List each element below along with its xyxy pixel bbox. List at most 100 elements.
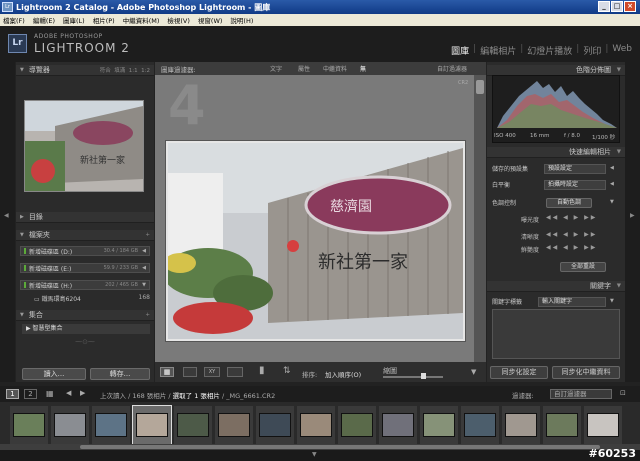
filmstrip-thumbnail[interactable] (51, 406, 89, 444)
module-library[interactable]: 圖庫 (451, 44, 469, 57)
reset-all-button[interactable]: 全部重設 (560, 262, 606, 272)
filmstrip-thumbnail[interactable] (92, 406, 130, 444)
filmstrip-thumbnail[interactable] (174, 406, 212, 444)
collapse-bottom-icon[interactable]: ▼ (312, 451, 317, 458)
scrollbar-thumb[interactable] (476, 80, 484, 94)
menu-file[interactable]: 檔案(F) (3, 15, 25, 25)
triangle-down-icon[interactable]: ▼ (617, 283, 621, 289)
filmstrip-thumbnail[interactable] (379, 406, 417, 444)
back-arrow-icon[interactable]: ◀ (66, 389, 71, 397)
vibrance-controls[interactable]: ◀◀ ◀ ▶ ▶▶ (546, 244, 597, 251)
auto-tone-button[interactable]: 自動色調 (546, 198, 592, 208)
maximize-button[interactable]: □ (611, 1, 623, 12)
export-button[interactable]: 轉存... (90, 368, 150, 380)
window-2-button[interactable]: 2 (24, 389, 37, 399)
menu-view[interactable]: 檢視(V) (167, 15, 190, 25)
left-edge[interactable]: ◀ (0, 62, 15, 382)
white-balance-select[interactable]: 拍攝時設定 (544, 180, 606, 190)
filter-attribute[interactable]: 屬性 (298, 64, 310, 73)
app-icon[interactable]: Lr (2, 2, 13, 12)
filmstrip-thumbnail[interactable] (543, 406, 581, 444)
filmstrip-source[interactable]: 上次讀入 / 168 張相片 / 選取了 1 張相片 / _MG_6661.CR… (100, 390, 275, 400)
menu-library[interactable]: 圖庫(L) (63, 15, 85, 25)
grid-view-icon[interactable]: ▦ (160, 367, 174, 377)
collapse-right-icon[interactable]: ▶ (630, 212, 635, 219)
triangle-left-icon[interactable]: ◀ (142, 248, 146, 254)
menu-window[interactable]: 視窗(W) (198, 15, 223, 25)
zoom-1-1[interactable]: 1:1 (129, 68, 138, 74)
sort-direction-icon[interactable]: ⇅ (283, 366, 291, 376)
collapse-left-icon[interactable]: ◀ (4, 212, 9, 219)
menu-metadata[interactable]: 中繼資料(M) (123, 15, 160, 25)
filmstrip-thumbnail[interactable] (338, 406, 376, 444)
filmstrip-scroll-thumb[interactable] (80, 445, 600, 449)
menu-help[interactable]: 說明(H) (230, 15, 253, 25)
triangle-right-icon[interactable]: ▶ (26, 325, 31, 332)
right-edge[interactable]: ▶ (625, 62, 640, 382)
bottom-edge[interactable]: ▼ (0, 450, 640, 461)
navigator-header[interactable]: ▼ 導覽器 符合 填滿 1:1 1:2 (16, 65, 154, 76)
menu-edit[interactable]: 編輯(E) (33, 15, 55, 25)
module-slideshow[interactable]: 幻燈片播放 (527, 44, 572, 57)
module-develop[interactable]: 編輯相片 (480, 44, 516, 57)
module-web[interactable]: Web (612, 44, 632, 57)
saved-preset-select[interactable]: 預設設定 (544, 164, 606, 174)
grid-icon[interactable]: ▦ (46, 389, 54, 398)
sync-settings-button[interactable]: 同步化設定 (490, 366, 548, 379)
filter-text[interactable]: 文字 (270, 64, 282, 73)
triangle-left-icon[interactable]: ◀ (610, 181, 614, 187)
forward-arrow-icon[interactable]: ▶ (80, 389, 85, 397)
filmstrip-filter-select[interactable]: 自訂過濾器 (550, 389, 612, 399)
folder-item-h[interactable]: 新增磁碟區 (H:) 202 / 465 GB ▼ (20, 280, 150, 290)
triangle-right-icon[interactable]: ▶ (20, 214, 24, 220)
quick-develop-header[interactable]: 快速編輯相片 ▼ (487, 147, 625, 158)
triangle-down-icon[interactable]: ▼ (20, 67, 24, 73)
catalog-header[interactable]: ▶ 目錄 (16, 212, 154, 223)
module-print[interactable]: 列印 (583, 44, 601, 57)
menu-photo[interactable]: 相片(P) (93, 15, 115, 25)
collections-header[interactable]: ▼ 集合 + (16, 310, 154, 321)
filmstrip-thumbnail[interactable] (502, 406, 540, 444)
navigator-preview[interactable]: 新社第一家 (24, 100, 144, 192)
compare-view-icon[interactable]: XY (204, 367, 220, 377)
triangle-down-icon[interactable]: ▼ (610, 298, 614, 304)
lock-icon[interactable]: ⊡ (620, 389, 626, 397)
add-folder-icon[interactable]: + (145, 232, 150, 238)
triangle-down-icon[interactable]: ▼ (617, 67, 621, 73)
zoom-1-2[interactable]: 1:2 (141, 68, 150, 74)
triangle-down-icon[interactable]: ▼ (142, 282, 146, 288)
toolbar-menu-icon[interactable]: ▼ (471, 368, 476, 376)
triangle-down-icon[interactable]: ▼ (20, 232, 24, 238)
triangle-left-icon[interactable]: ◀ (610, 165, 614, 171)
filmstrip-thumbnail[interactable] (584, 406, 622, 444)
triangle-down-icon[interactable]: ▼ (20, 312, 24, 318)
keyword-tags-select[interactable]: 輸入關鍵字 (538, 297, 606, 307)
filmstrip-thumbnail[interactable] (10, 406, 48, 444)
add-collection-icon[interactable]: + (145, 312, 150, 318)
spray-can-icon[interactable]: ▮ (259, 365, 265, 376)
filter-none[interactable]: 無 (360, 64, 366, 73)
filmstrip-thumbnail[interactable] (132, 405, 172, 445)
keywords-textarea[interactable] (492, 309, 620, 359)
filmstrip-thumbnail[interactable] (256, 406, 294, 444)
filmstrip-thumbnail[interactable] (215, 406, 253, 444)
filmstrip-thumbnail[interactable] (461, 406, 499, 444)
sync-metadata-button[interactable]: 同步化中繼資料 (552, 366, 620, 379)
collection-item[interactable]: ▶ 智慧型集合 (22, 324, 150, 334)
thumbnail-size-slider[interactable] (383, 376, 443, 378)
clarity-controls[interactable]: ◀◀ ◀ ▶ ▶▶ (546, 231, 597, 238)
subfolder-item[interactable]: ▭ 鐵馬環島6204 168 (34, 294, 150, 303)
triangle-left-icon[interactable]: ◀ (142, 265, 146, 271)
filmstrip-thumbnail[interactable] (420, 406, 458, 444)
close-button[interactable]: × (624, 1, 636, 12)
loupe-view-icon[interactable] (183, 367, 197, 377)
sort-select[interactable]: 加入順序(O) (325, 369, 361, 379)
triangle-down-icon[interactable]: ▼ (610, 199, 614, 205)
window-1-button[interactable]: 1 (6, 389, 19, 399)
slider-thumb[interactable] (421, 373, 426, 379)
folder-item-d[interactable]: 新增磁碟區 (D:) 30.4 / 184 GB ◀ (20, 246, 150, 256)
import-button[interactable]: 讀入... (22, 368, 86, 380)
folder-item-e[interactable]: 新增磁碟區 (E:) 59.9 / 233 GB ◀ (20, 263, 150, 273)
triangle-down-icon[interactable]: ▼ (617, 149, 621, 155)
exposure-controls[interactable]: ◀◀ ◀ ▶ ▶▶ (546, 214, 597, 221)
